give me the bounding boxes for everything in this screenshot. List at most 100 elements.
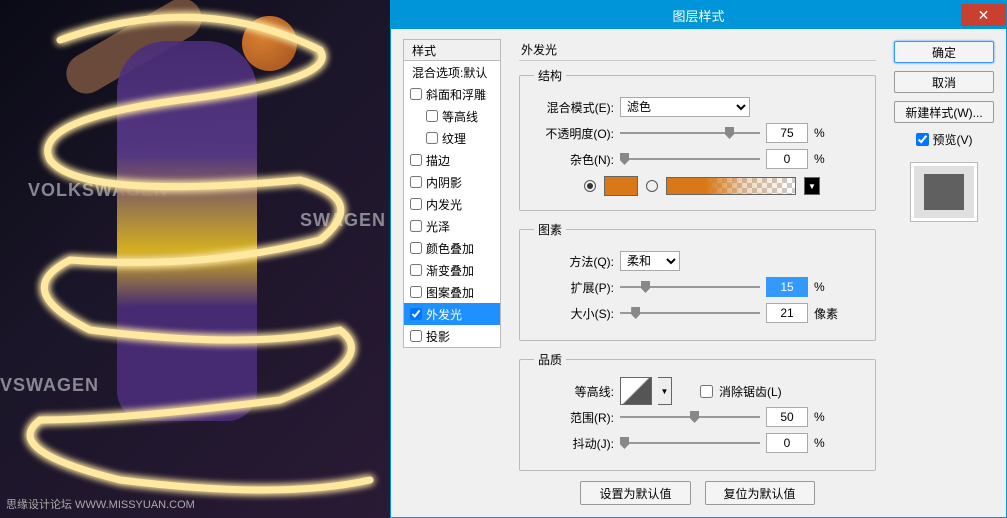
pct-unit: % xyxy=(814,126,844,140)
pct-unit: % xyxy=(814,410,844,424)
color-swatch[interactable] xyxy=(604,176,638,196)
style-item-label: 外发光 xyxy=(426,306,462,323)
style-item-8[interactable]: 颜色叠加 xyxy=(404,237,500,259)
style-item-label: 纹理 xyxy=(442,130,466,147)
style-item-label: 内发光 xyxy=(426,196,462,213)
spread-input[interactable] xyxy=(766,277,808,297)
style-item-label: 内阴影 xyxy=(426,174,462,191)
gradient-radio[interactable] xyxy=(646,180,658,192)
size-input[interactable] xyxy=(766,303,808,323)
basketball xyxy=(242,16,297,71)
pct-unit: % xyxy=(814,152,844,166)
elements-legend: 图素 xyxy=(534,221,566,238)
gradient-dropdown-icon[interactable]: ▼ xyxy=(804,177,820,195)
watermark: 思缘设计论坛 WWW.MISSYUAN.COM xyxy=(6,496,195,512)
cancel-button[interactable]: 取消 xyxy=(894,71,994,93)
antialias-checkbox[interactable] xyxy=(700,385,713,398)
style-item-label: 斜面和浮雕 xyxy=(426,86,486,103)
style-checkbox[interactable] xyxy=(410,308,422,320)
style-item-label: 投影 xyxy=(426,328,450,345)
make-default-button[interactable]: 设置为默认值 xyxy=(580,481,690,505)
style-checkbox[interactable] xyxy=(426,132,438,144)
antialias-label: 消除锯齿(L) xyxy=(719,383,782,400)
structure-group: 结构 混合模式(E): 滤色 不透明度(O): % 杂色(N): % xyxy=(519,67,876,211)
style-item-4[interactable]: 描边 xyxy=(404,149,500,171)
pct-unit: % xyxy=(814,436,844,450)
noise-input[interactable] xyxy=(766,149,808,169)
noise-label: 杂色(N): xyxy=(534,151,614,168)
style-item-label: 颜色叠加 xyxy=(426,240,474,257)
styles-header[interactable]: 样式 xyxy=(403,39,501,61)
settings-column: 外发光 结构 混合模式(E): 滤色 不透明度(O): % 杂色(N): xyxy=(511,39,884,507)
preview-thumbnail xyxy=(910,162,978,222)
style-item-9[interactable]: 渐变叠加 xyxy=(404,259,500,281)
reset-default-button[interactable]: 复位为默认值 xyxy=(705,481,815,505)
quality-group: 品质 等高线: ▼ 消除锯齿(L) 范围(R): % 抖动(J): xyxy=(519,351,876,471)
opacity-slider[interactable] xyxy=(620,124,760,142)
technique-select[interactable]: 柔和 xyxy=(620,251,680,271)
range-input[interactable] xyxy=(766,407,808,427)
range-label: 范围(R): xyxy=(534,409,614,426)
style-checkbox[interactable] xyxy=(410,198,422,210)
spread-slider[interactable] xyxy=(620,278,760,296)
style-item-7[interactable]: 光泽 xyxy=(404,215,500,237)
style-checkbox[interactable] xyxy=(426,110,438,122)
style-item-3[interactable]: 纹理 xyxy=(404,127,500,149)
style-checkbox[interactable] xyxy=(410,330,422,342)
style-item-1[interactable]: 斜面和浮雕 xyxy=(404,83,500,105)
player-body xyxy=(117,41,257,421)
close-button[interactable]: ✕ xyxy=(961,4,1006,26)
opacity-label: 不透明度(O): xyxy=(534,125,614,142)
noise-slider[interactable] xyxy=(620,150,760,168)
style-item-label: 渐变叠加 xyxy=(426,262,474,279)
style-item-10[interactable]: 图案叠加 xyxy=(404,281,500,303)
style-checkbox[interactable] xyxy=(410,220,422,232)
preview-checkbox[interactable] xyxy=(916,133,929,146)
style-checkbox[interactable] xyxy=(410,242,422,254)
layer-style-dialog: 图层样式 ✕ 样式 混合选项:默认斜面和浮雕等高线纹理描边内阴影内发光光泽颜色叠… xyxy=(390,0,1007,518)
style-checkbox[interactable] xyxy=(410,88,422,100)
new-style-button[interactable]: 新建样式(W)... xyxy=(894,101,994,123)
style-item-11[interactable]: 外发光 xyxy=(404,303,500,325)
titlebar[interactable]: 图层样式 ✕ xyxy=(391,1,1006,29)
contour-dropdown-icon[interactable]: ▼ xyxy=(658,377,672,405)
contour-picker[interactable] xyxy=(620,377,652,405)
opacity-input[interactable] xyxy=(766,123,808,143)
quality-legend: 品质 xyxy=(534,351,566,368)
styles-column: 样式 混合选项:默认斜面和浮雕等高线纹理描边内阴影内发光光泽颜色叠加渐变叠加图案… xyxy=(403,39,501,507)
style-item-5[interactable]: 内阴影 xyxy=(404,171,500,193)
jitter-input[interactable] xyxy=(766,433,808,453)
style-item-label: 描边 xyxy=(426,152,450,169)
pct-unit: % xyxy=(814,280,844,294)
size-slider[interactable] xyxy=(620,304,760,322)
arena-text: SWAGEN xyxy=(300,210,386,231)
gradient-picker[interactable] xyxy=(666,177,796,195)
ok-button[interactable]: 确定 xyxy=(894,41,994,63)
style-item-2[interactable]: 等高线 xyxy=(404,105,500,127)
style-checkbox[interactable] xyxy=(410,264,422,276)
style-item-12[interactable]: 投影 xyxy=(404,325,500,347)
jitter-slider[interactable] xyxy=(620,434,760,452)
technique-label: 方法(Q): xyxy=(534,253,614,270)
size-label: 大小(S): xyxy=(534,305,614,322)
style-checkbox[interactable] xyxy=(410,286,422,298)
contour-label: 等高线: xyxy=(534,383,614,400)
style-item-0[interactable]: 混合选项:默认 xyxy=(404,61,500,83)
spread-label: 扩展(P): xyxy=(534,279,614,296)
range-slider[interactable] xyxy=(620,408,760,426)
arena-text: VSWAGEN xyxy=(0,375,99,396)
canvas-preview: VOLKSWAGEN SWAGEN VSWAGEN 思缘设计论坛 WWW.MIS… xyxy=(0,0,390,518)
styles-list: 混合选项:默认斜面和浮雕等高线纹理描边内阴影内发光光泽颜色叠加渐变叠加图案叠加外… xyxy=(403,61,501,348)
structure-legend: 结构 xyxy=(534,67,566,84)
style-checkbox[interactable] xyxy=(410,176,422,188)
blend-mode-label: 混合模式(E): xyxy=(534,99,614,116)
action-column: 确定 取消 新建样式(W)... 预览(V) xyxy=(894,39,994,507)
style-item-6[interactable]: 内发光 xyxy=(404,193,500,215)
style-item-label: 等高线 xyxy=(442,108,478,125)
style-item-label: 混合选项:默认 xyxy=(412,64,487,81)
color-radio[interactable] xyxy=(584,180,596,192)
blend-mode-select[interactable]: 滤色 xyxy=(620,97,750,117)
style-item-label: 光泽 xyxy=(426,218,450,235)
preview-label: 预览(V) xyxy=(933,131,973,148)
style-checkbox[interactable] xyxy=(410,154,422,166)
